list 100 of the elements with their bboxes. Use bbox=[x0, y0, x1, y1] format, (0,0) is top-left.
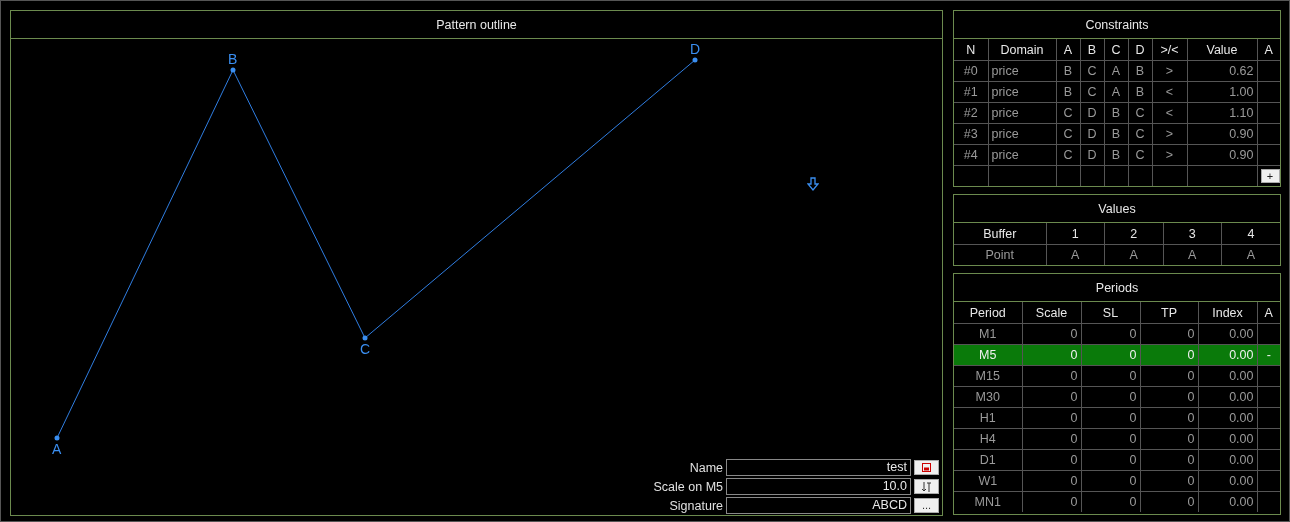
table-cell: price bbox=[988, 144, 1056, 166]
table-cell: 0 bbox=[1140, 407, 1198, 429]
table-cell: 0 bbox=[1140, 365, 1198, 387]
table-cell: 1.10 bbox=[1187, 102, 1257, 124]
column-header: 1 bbox=[1046, 223, 1105, 245]
table-cell: 0 bbox=[1081, 449, 1140, 471]
point-label: A bbox=[52, 441, 62, 457]
field-label: Scale on M5 bbox=[653, 479, 723, 494]
save-icon bbox=[922, 463, 931, 472]
pattern-point[interactable] bbox=[362, 335, 368, 341]
save-button[interactable] bbox=[914, 460, 939, 475]
column-header: Value bbox=[1187, 39, 1257, 61]
period-row[interactable]: D1 0 0 0 0.00 bbox=[954, 449, 1280, 471]
panel-title: Pattern outline bbox=[436, 17, 517, 32]
add-button[interactable]: + bbox=[1260, 169, 1280, 183]
column-header: C bbox=[1104, 39, 1128, 61]
column-header: SL bbox=[1081, 302, 1140, 324]
table-cell: 0.00 bbox=[1198, 407, 1257, 429]
column-header: A bbox=[1257, 302, 1280, 324]
point-label: B bbox=[228, 51, 238, 67]
table-cell: 0 bbox=[1081, 470, 1140, 492]
sort-button[interactable] bbox=[914, 479, 939, 494]
table-cell: D bbox=[1080, 123, 1104, 145]
column-header: 3 bbox=[1163, 223, 1222, 245]
column-header: D bbox=[1128, 39, 1152, 61]
panel-title: Constraints bbox=[1085, 17, 1149, 32]
input-field[interactable]: ABCD bbox=[726, 497, 911, 514]
pattern-point[interactable] bbox=[692, 57, 698, 63]
period-row[interactable]: MN1 0 0 0 0.00 bbox=[954, 491, 1280, 512]
table-cell: #1 bbox=[954, 81, 988, 103]
table-cell: > bbox=[1152, 144, 1187, 166]
period-row[interactable]: H4 0 0 0 0.00 bbox=[954, 428, 1280, 450]
table-cell: #3 bbox=[954, 123, 988, 145]
table-cell: MN1 bbox=[954, 491, 1022, 512]
more-button[interactable]: ... bbox=[914, 498, 939, 513]
table-cell: 0 bbox=[1140, 470, 1198, 492]
table-cell: 0.00 bbox=[1198, 386, 1257, 408]
table-cell: > bbox=[1152, 60, 1187, 82]
table-cell: 0.00 bbox=[1198, 428, 1257, 450]
table-cell: B bbox=[1104, 144, 1128, 166]
table-cell: H4 bbox=[954, 428, 1022, 450]
period-row[interactable]: M5 0 0 0 0.00 - bbox=[954, 344, 1280, 366]
table-cell: C bbox=[1056, 102, 1080, 124]
table-cell: 0 bbox=[1081, 323, 1140, 345]
table-cell: A bbox=[1104, 60, 1128, 82]
table-cell: B bbox=[1128, 60, 1152, 82]
table-cell: A bbox=[1221, 244, 1280, 265]
table-cell: C bbox=[1128, 123, 1152, 145]
table-cell: price bbox=[988, 123, 1056, 145]
field-label: Name bbox=[688, 460, 723, 475]
table-cell: 0 bbox=[1081, 428, 1140, 450]
table-cell: 0 bbox=[1022, 449, 1081, 471]
table-cell: 0 bbox=[1081, 365, 1140, 387]
sort-icon bbox=[921, 481, 932, 492]
table-cell: D bbox=[1080, 102, 1104, 124]
table-cell: 0 bbox=[1022, 386, 1081, 408]
point-label: C bbox=[360, 341, 371, 357]
table-cell: D bbox=[1080, 144, 1104, 166]
table-cell: B bbox=[1104, 102, 1128, 124]
table-cell: 0.90 bbox=[1187, 123, 1257, 145]
input-field[interactable]: test bbox=[726, 459, 911, 476]
column-header: A bbox=[1257, 39, 1280, 61]
pattern-point[interactable] bbox=[54, 435, 60, 441]
panel-title: Periods bbox=[1095, 280, 1139, 295]
period-row[interactable]: M30 0 0 0 0.00 bbox=[954, 386, 1280, 408]
pattern-point[interactable] bbox=[230, 67, 236, 73]
table-cell: 0.00 bbox=[1198, 365, 1257, 387]
column-header: 2 bbox=[1104, 223, 1163, 245]
table-cell: M15 bbox=[954, 365, 1022, 387]
period-row[interactable]: W1 0 0 0 0.00 bbox=[954, 470, 1280, 492]
down-arrow-icon[interactable] bbox=[807, 177, 819, 191]
column-header: Domain bbox=[988, 39, 1056, 61]
table-cell: M30 bbox=[954, 386, 1022, 408]
table-cell: 0 bbox=[1140, 386, 1198, 408]
table-cell: 0 bbox=[1022, 323, 1081, 345]
table-cell: B bbox=[1128, 81, 1152, 103]
table-cell: 0 bbox=[1140, 449, 1198, 471]
table-cell: C bbox=[1128, 102, 1152, 124]
table-cell: 0 bbox=[1081, 407, 1140, 429]
table-cell: C bbox=[1080, 81, 1104, 103]
table-cell: C bbox=[1128, 144, 1152, 166]
period-row[interactable]: M1 0 0 0 0.00 bbox=[954, 323, 1280, 345]
table-cell: C bbox=[1080, 60, 1104, 82]
table-cell: 0 bbox=[1022, 470, 1081, 492]
column-header: Scale bbox=[1022, 302, 1081, 324]
table-cell: M1 bbox=[954, 323, 1022, 345]
column-header: TP bbox=[1140, 302, 1198, 324]
input-field[interactable]: 10.0 bbox=[726, 478, 911, 495]
table-cell: price bbox=[988, 102, 1056, 124]
table-cell: 0.00 bbox=[1198, 323, 1257, 345]
period-row[interactable]: M15 0 0 0 0.00 bbox=[954, 365, 1280, 387]
column-header: B bbox=[1080, 39, 1104, 61]
table-cell: W1 bbox=[954, 470, 1022, 492]
table-cell: > bbox=[1152, 123, 1187, 145]
table-cell: 1.00 bbox=[1187, 81, 1257, 103]
period-row[interactable]: H1 0 0 0 0.00 bbox=[954, 407, 1280, 429]
table-cell: M5 bbox=[954, 344, 1022, 366]
table-cell: < bbox=[1152, 102, 1187, 124]
table-cell: #0 bbox=[954, 60, 988, 82]
table-cell: 0.90 bbox=[1187, 144, 1257, 166]
